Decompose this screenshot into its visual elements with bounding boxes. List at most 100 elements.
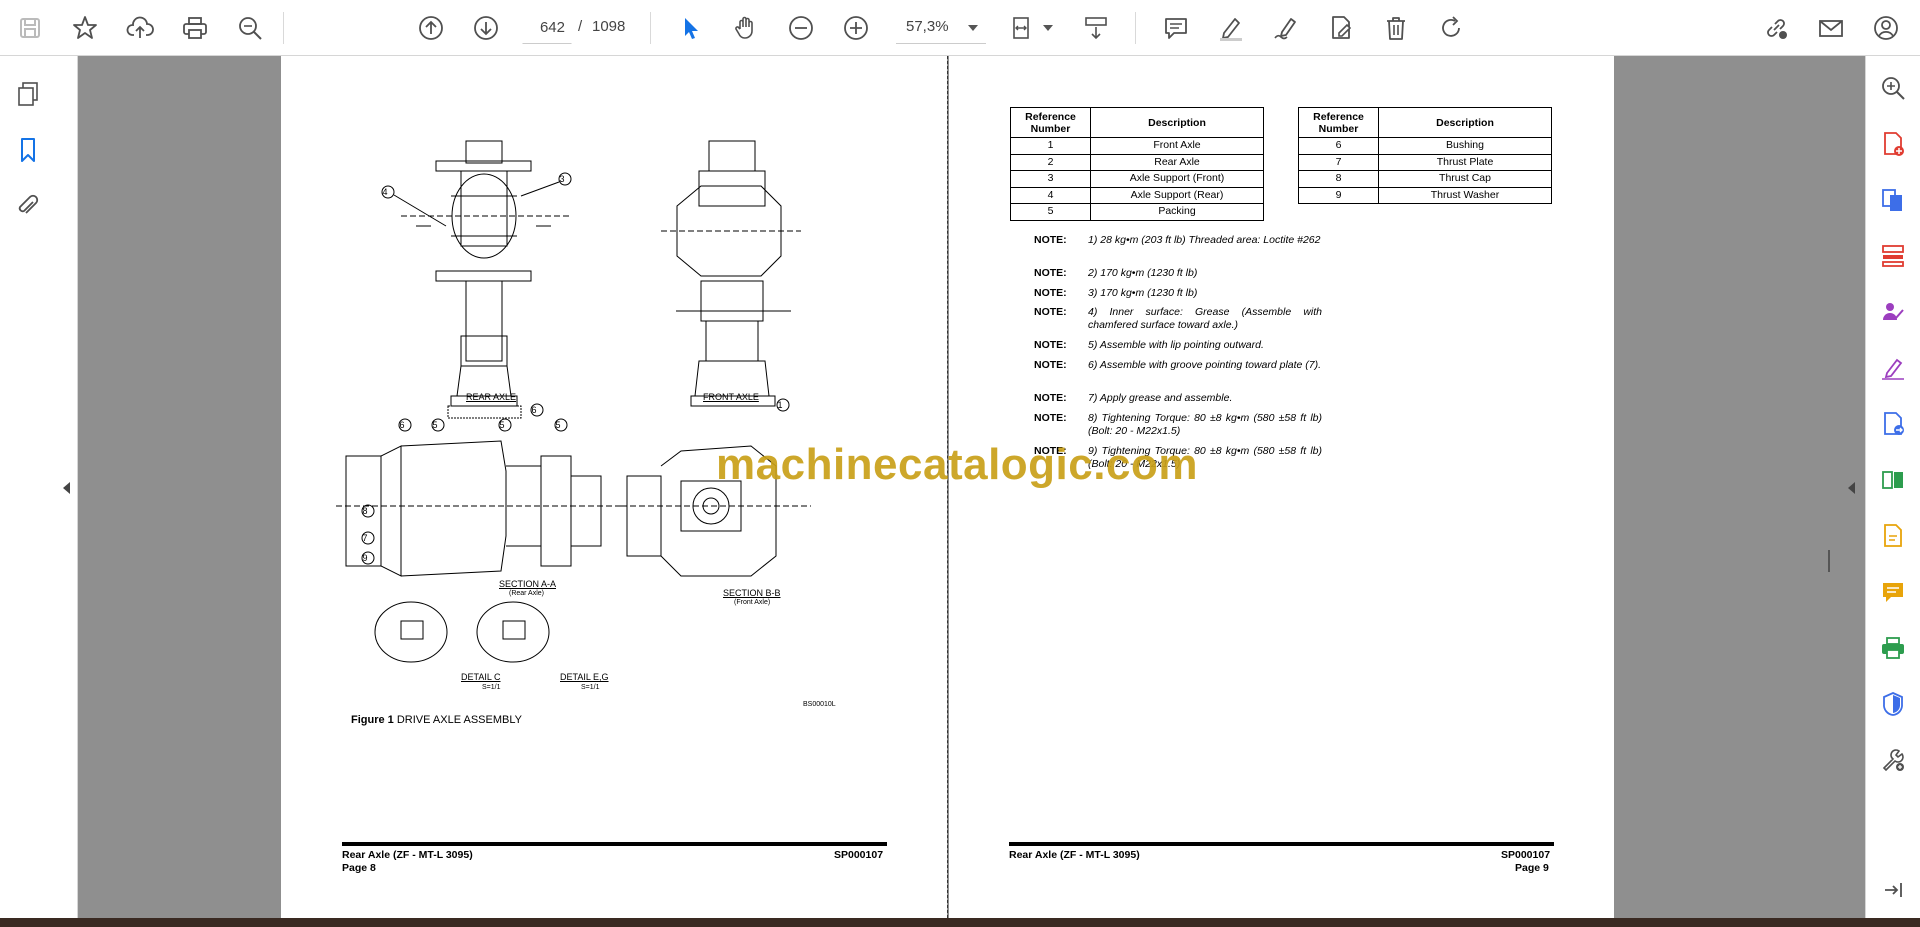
star-icon[interactable] [67, 10, 103, 46]
note-text: 2) 170 kg•m (1230 ft lb) [1088, 267, 1198, 279]
figure-title: DRIVE AXLE ASSEMBLY [396, 714, 522, 726]
table-row: 7 Thrust Plate [1298, 153, 1552, 171]
print-icon[interactable] [177, 10, 213, 46]
chevron-down-icon[interactable] [1043, 25, 1053, 31]
note-item: NOTE: 6) Assemble with groove pointing to… [1034, 359, 1322, 372]
figure-caption: Figure 1 DRIVE AXLE ASSEMBLY [351, 714, 522, 726]
note-item: NOTE: 4) Inner surface: Grease (Assemble … [1034, 306, 1322, 332]
attachment-paperclip-icon[interactable] [10, 188, 46, 224]
table-row: 3 Axle Support (Front) [1010, 170, 1264, 188]
combine-files-icon[interactable] [1875, 182, 1911, 218]
zoom-search-icon[interactable] [232, 10, 268, 46]
toolbar-divider [650, 12, 651, 44]
draw-pen-icon[interactable] [1268, 10, 1304, 46]
svg-text:5: 5 [555, 420, 560, 430]
footer-page-right: Page 9 [1515, 862, 1549, 874]
page-thumbnails-icon[interactable] [10, 76, 46, 112]
account-icon[interactable] [1868, 10, 1904, 46]
footer-title-left: Rear Axle (ZF - MT-L 3095) [342, 849, 473, 861]
note-item: NOTE: 2) 170 kg•m (1230 ft lb) [1034, 267, 1322, 280]
note-text: 6) Assemble with groove pointing toward … [1088, 359, 1322, 371]
header-reference-number: Reference Number [1010, 107, 1091, 138]
svg-text:6: 6 [399, 420, 404, 430]
cell-desc: Bushing [1378, 137, 1552, 155]
hand-tool-icon[interactable] [728, 10, 764, 46]
cell-ref: 2 [1010, 153, 1091, 171]
table-row: 2 Rear Axle [1010, 153, 1264, 171]
svg-text:1: 1 [777, 400, 782, 410]
edit-pdf-icon[interactable] [1875, 518, 1911, 554]
next-page-icon[interactable] [468, 10, 504, 46]
note-label: NOTE: [1034, 392, 1067, 404]
comment-tool-icon[interactable] [1875, 574, 1911, 610]
more-tools-icon[interactable] [1875, 742, 1911, 778]
export-pdf-icon[interactable] [1875, 406, 1911, 442]
protect-shield-icon[interactable] [1875, 686, 1911, 722]
page-number-input[interactable]: 642 [522, 12, 572, 44]
label-detail-eg: DETAIL E,G [560, 672, 609, 682]
organize-pages-icon[interactable] [1875, 238, 1911, 274]
note-label: NOTE: [1034, 339, 1067, 351]
table-row: 6 Bushing [1298, 137, 1552, 155]
cell-desc: Rear Axle [1090, 153, 1264, 171]
svg-text:4: 4 [382, 187, 387, 197]
compare-files-icon[interactable] [1875, 462, 1911, 498]
share-link-icon[interactable] [1758, 10, 1794, 46]
scroll-mode-icon[interactable] [1078, 10, 1114, 46]
cell-ref: 4 [1010, 186, 1091, 204]
expand-right-pane-icon[interactable] [1848, 482, 1855, 494]
zoom-level-select[interactable]: 57,3% [896, 12, 986, 44]
table-row: 4 Axle Support (Rear) [1010, 186, 1264, 204]
cell-desc: Thrust Plate [1378, 153, 1552, 171]
upload-cloud-icon[interactable] [122, 10, 158, 46]
note-label: NOTE: [1034, 267, 1067, 279]
footer-rule-right [1009, 842, 1554, 846]
label-section-aa-sub: (Rear Axle) [509, 590, 545, 597]
reference-table-right: Reference Number Description 6 Bushing 7T… [1298, 107, 1552, 204]
footer-title-right: Rear Axle (ZF - MT-L 3095) [1009, 849, 1140, 861]
bookmark-icon[interactable] [10, 132, 46, 168]
cell-ref: 7 [1298, 153, 1379, 171]
label-section-aa: SECTION A-A [499, 579, 557, 589]
request-signatures-icon[interactable] [1875, 294, 1911, 330]
fill-and-sign-icon[interactable] [1875, 350, 1911, 386]
note-label: NOTE: [1034, 287, 1067, 299]
rotate-icon[interactable] [1433, 10, 1469, 46]
delete-trash-icon[interactable] [1378, 10, 1414, 46]
watermark-text: machinecatalogic.com [716, 440, 1198, 489]
cell-ref: 9 [1298, 186, 1379, 204]
save-icon[interactable] [12, 10, 48, 46]
page-fit-icon[interactable] [1006, 10, 1042, 46]
note-item: NOTE: 5) Assemble with lip pointing outwa… [1034, 339, 1322, 352]
footer-code-right: SP000107 [1501, 849, 1551, 861]
svg-text:8: 8 [362, 506, 367, 516]
zoom-magnifier-icon[interactable] [1875, 70, 1911, 106]
zoom-level-value: 57,3% [906, 18, 949, 35]
select-cursor-icon[interactable] [673, 10, 709, 46]
collapse-left-pane-icon[interactable] [63, 482, 70, 494]
print-production-icon[interactable] [1875, 630, 1911, 666]
header-reference-number: Reference Number [1298, 107, 1379, 138]
note-text: 5) Assemble with lip pointing outward. [1088, 339, 1264, 351]
edit-document-icon[interactable] [1323, 10, 1359, 46]
svg-text:3: 3 [559, 174, 564, 184]
comment-icon[interactable] [1158, 10, 1194, 46]
collapse-tools-pane-icon[interactable] [1875, 872, 1911, 908]
zoom-in-icon[interactable] [838, 10, 874, 46]
note-text: 8) Tightening Torque: 80 ±8 kg•m (580 ±5… [1088, 412, 1322, 437]
table-row: 9 Thrust Washer [1298, 186, 1552, 204]
table-row: 1 Front Axle [1010, 137, 1264, 155]
page-separator: / [578, 18, 583, 35]
cell-desc: Thrust Washer [1378, 186, 1552, 204]
previous-page-icon[interactable] [413, 10, 449, 46]
cell-ref: 6 [1298, 137, 1379, 155]
scrollbar-handle[interactable] [1828, 550, 1830, 572]
email-icon[interactable] [1813, 10, 1849, 46]
cell-ref: 5 [1010, 203, 1091, 221]
create-pdf-icon[interactable] [1875, 126, 1911, 162]
note-text: 1) 28 kg•m (203 ft lb) Threaded area: Lo… [1088, 234, 1321, 246]
svg-text:7: 7 [362, 533, 367, 543]
zoom-out-icon[interactable] [783, 10, 819, 46]
highlight-pen-icon[interactable] [1213, 10, 1249, 46]
label-front-axle: FRONT AXLE [703, 392, 759, 402]
